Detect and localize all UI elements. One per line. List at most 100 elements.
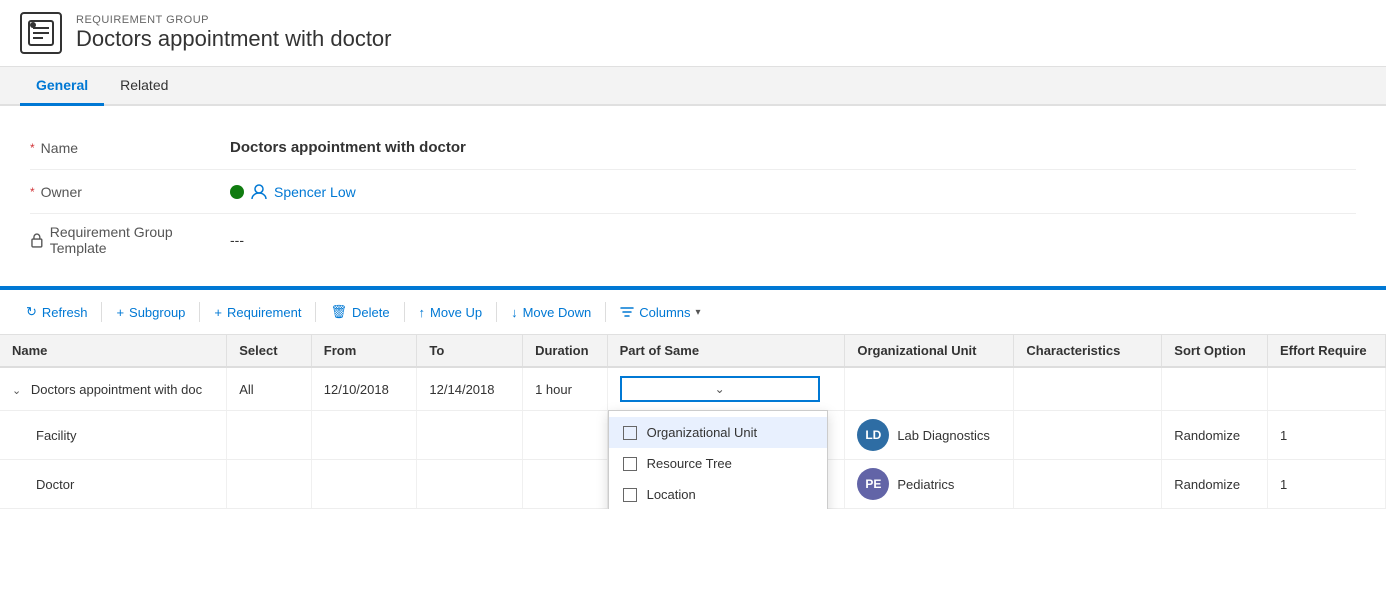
form-row-owner: * Owner Spencer Low [30, 170, 1356, 214]
move-up-button[interactable]: ↑ Move Up [409, 299, 493, 326]
row-doctor-from [311, 460, 417, 509]
header-text: REQUIREMENT GROUP Doctors appointment wi… [76, 14, 392, 52]
requirement-icon: + [214, 305, 222, 320]
user-icon [250, 183, 268, 201]
owner-name[interactable]: Spencer Low [274, 184, 356, 200]
row-facility-duration [523, 411, 608, 460]
part-of-same-dropdown[interactable]: ⌄ [620, 376, 820, 402]
refresh-button[interactable]: ↻ Refresh [16, 298, 97, 326]
dropdown-option-location-label: Location [647, 487, 696, 502]
delete-label: Delete [352, 305, 390, 320]
col-header-effort-required: Effort Require [1267, 335, 1385, 367]
table-row[interactable]: ⌄ Doctors appointment with doc All 12/10… [0, 367, 1386, 411]
grid-section: ↻ Refresh + Subgroup + Requirement 🗑 Del… [0, 290, 1386, 509]
separator-5 [496, 302, 497, 322]
row-doctor-effort-required: 1 [1267, 460, 1385, 509]
checkbox-org-unit[interactable] [623, 426, 637, 440]
dropdown-option-resource-tree[interactable]: Resource Tree [609, 448, 827, 479]
dropdown-option-org-unit-label: Organizational Unit [647, 425, 758, 440]
part-of-same-popup: Organizational Unit Resource Tree Locati… [608, 410, 828, 509]
move-up-label: Move Up [430, 305, 482, 320]
avatar-ld: LD [857, 419, 889, 451]
row-facility-select [227, 411, 312, 460]
move-down-button[interactable]: ↓ Move Down [501, 299, 601, 326]
move-up-icon: ↑ [419, 305, 426, 320]
status-dot [230, 185, 244, 199]
columns-button[interactable]: Columns ▾ [610, 299, 710, 326]
avatar-pe: PE [857, 468, 889, 500]
col-header-org-unit: Organizational Unit [845, 335, 1014, 367]
owner-value-container: Spencer Low [230, 183, 356, 201]
row-parent-characteristics [1014, 367, 1162, 411]
doctor-name-text: Doctor [12, 477, 74, 492]
col-header-characteristics: Characteristics [1014, 335, 1162, 367]
chevron-down-icon: ⌄ [715, 382, 725, 396]
separator-4 [404, 302, 405, 322]
row-facility-name: Facility [0, 411, 227, 460]
row-parent-part-of-same: ⌄ Organizational Unit Resource Tree [607, 367, 845, 411]
dropdown-option-org-unit[interactable]: Organizational Unit [609, 417, 827, 448]
subgroup-icon: + [116, 305, 124, 320]
required-star-name: * [30, 141, 35, 155]
tab-related[interactable]: Related [104, 67, 184, 106]
required-star-owner: * [30, 185, 35, 199]
page-header: REQUIREMENT GROUP Doctors appointment wi… [0, 0, 1386, 67]
subgroup-button[interactable]: + Subgroup [106, 299, 195, 326]
move-down-label: Move Down [523, 305, 592, 320]
form-section: * Name Doctors appointment with doctor *… [0, 106, 1386, 290]
expand-icon[interactable]: ⌄ [12, 385, 21, 397]
move-down-icon: ↓ [511, 305, 518, 320]
template-value: --- [230, 232, 244, 248]
facility-name-text: Facility [12, 428, 76, 443]
doctor-org-unit-label: Pediatrics [897, 477, 954, 492]
columns-filter-icon [620, 305, 634, 319]
checkbox-resource-tree[interactable] [623, 457, 637, 471]
col-header-to: To [417, 335, 523, 367]
checkbox-location[interactable] [623, 488, 637, 502]
separator-1 [101, 302, 102, 322]
header-icon [20, 12, 62, 54]
row-parent-duration: 1 hour [523, 367, 608, 411]
row-facility-characteristics [1014, 411, 1162, 460]
delete-icon: 🗑 [330, 304, 347, 320]
delete-button[interactable]: 🗑 Delete [320, 298, 399, 326]
row-parent-effort-required [1267, 367, 1385, 411]
separator-3 [315, 302, 316, 322]
row-doctor-characteristics [1014, 460, 1162, 509]
row-facility-sort-option: Randomize [1162, 411, 1268, 460]
requirement-label: Requirement [227, 305, 301, 320]
row-doctor-org-unit: PE Pediatrics [845, 460, 1014, 509]
row-doctor-name: Doctor [0, 460, 227, 509]
separator-6 [605, 302, 606, 322]
col-header-from: From [311, 335, 417, 367]
row-parent-select: All [227, 367, 312, 411]
name-value: Doctors appointment with doctor [230, 139, 466, 156]
row-doctor-select [227, 460, 312, 509]
dropdown-option-location[interactable]: Location [609, 479, 827, 509]
refresh-icon: ↻ [26, 304, 37, 320]
col-header-part-of-same: Part of Same [607, 335, 845, 367]
tabs-bar: General Related [0, 67, 1386, 106]
refresh-label: Refresh [42, 305, 88, 320]
columns-label: Columns [639, 305, 690, 320]
row-parent-org-unit [845, 367, 1014, 411]
separator-2 [199, 302, 200, 322]
template-label: Requirement Group Template [30, 224, 230, 256]
col-header-name: Name [0, 335, 227, 367]
record-title: Doctors appointment with doctor [76, 26, 392, 52]
lock-icon [30, 232, 44, 248]
row-facility-org-unit: LD Lab Diagnostics [845, 411, 1014, 460]
name-label: * Name [30, 140, 230, 156]
owner-label: * Owner [30, 184, 230, 200]
col-header-duration: Duration [523, 335, 608, 367]
row-parent-sort-option [1162, 367, 1268, 411]
row-parent-name: ⌄ Doctors appointment with doc [0, 367, 227, 411]
row-doctor-sort-option: Randomize [1162, 460, 1268, 509]
columns-chevron-icon: ▾ [696, 307, 701, 318]
row-facility-effort-required: 1 [1267, 411, 1385, 460]
tab-general[interactable]: General [20, 67, 104, 106]
requirement-button[interactable]: + Requirement [204, 299, 311, 326]
data-table: Name Select From To Duration Part of Sam… [0, 335, 1386, 509]
row-facility-to [417, 411, 523, 460]
table-header-row: Name Select From To Duration Part of Sam… [0, 335, 1386, 367]
